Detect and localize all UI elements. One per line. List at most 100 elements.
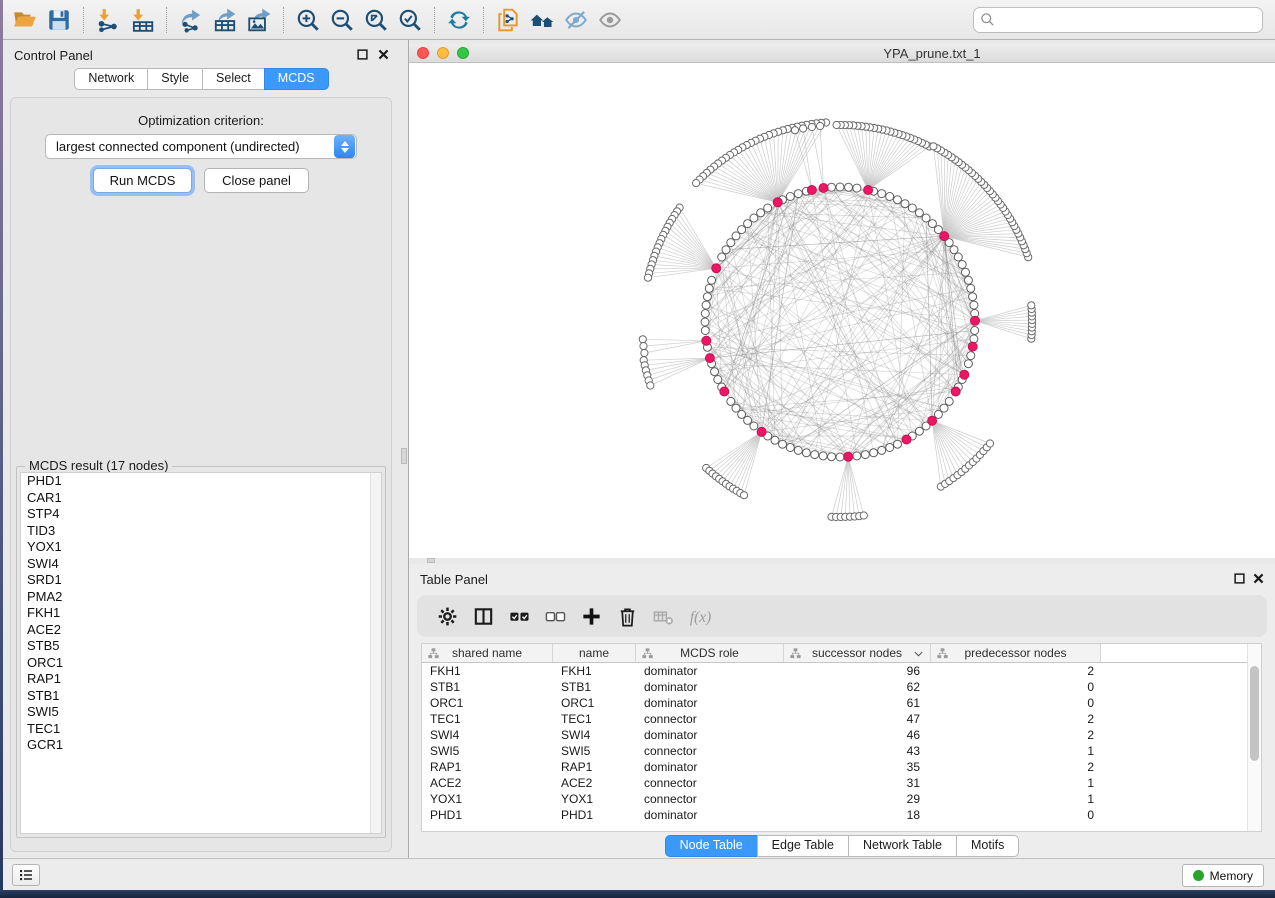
mcds-result-item[interactable]: SRD1 bbox=[21, 572, 381, 589]
duplicate-network-icon[interactable] bbox=[491, 5, 525, 35]
mcds-hub-node bbox=[971, 316, 980, 325]
close-panel-icon[interactable] bbox=[376, 47, 391, 62]
open-icon[interactable] bbox=[8, 5, 42, 35]
tab-select[interactable]: Select bbox=[202, 68, 265, 90]
window-minimize-button[interactable] bbox=[437, 47, 449, 59]
import-network-icon[interactable] bbox=[91, 5, 125, 35]
mcds-result-item[interactable]: TEC1 bbox=[21, 721, 381, 738]
table-row[interactable]: RAP1RAP1dominator352 bbox=[422, 759, 1261, 775]
tree-icon bbox=[427, 647, 440, 660]
mcds-result-item[interactable]: TID3 bbox=[21, 523, 381, 540]
cell-shared_name: ORC1 bbox=[422, 695, 553, 711]
mcds-list-scrollbar[interactable] bbox=[370, 473, 381, 833]
delete-column-icon[interactable] bbox=[609, 601, 645, 631]
split-view-icon[interactable] bbox=[465, 601, 501, 631]
select-all-icon[interactable] bbox=[501, 601, 537, 631]
table-row[interactable]: ACE2ACE2connector311 bbox=[422, 775, 1261, 791]
cell-mcds_role: connector bbox=[636, 711, 784, 727]
float-panel-icon[interactable] bbox=[1232, 571, 1247, 586]
mcds-result-item[interactable]: FKH1 bbox=[21, 605, 381, 622]
mcds-result-item[interactable]: STB5 bbox=[21, 638, 381, 655]
table-scrollbar-thumb[interactable] bbox=[1250, 666, 1259, 761]
mcds-result-item[interactable]: SWI4 bbox=[21, 556, 381, 573]
mcds-result-item[interactable]: SWI5 bbox=[21, 704, 381, 721]
mcds-result-item[interactable]: YOX1 bbox=[21, 539, 381, 556]
import-table-icon[interactable] bbox=[125, 5, 159, 35]
cell-name: ORC1 bbox=[553, 695, 636, 711]
close-panel-icon[interactable] bbox=[1251, 571, 1266, 586]
zoom-in-icon[interactable] bbox=[291, 5, 325, 35]
column-header-MCDS-role[interactable]: MCDS role bbox=[636, 644, 784, 662]
search-input[interactable] bbox=[973, 7, 1263, 33]
show-all-icon[interactable] bbox=[593, 5, 627, 35]
network-graph[interactable] bbox=[409, 63, 1275, 558]
toolbar-separator bbox=[166, 7, 167, 33]
mcds-panel-body: Optimization criterion: largest connecte… bbox=[10, 97, 392, 852]
cell-successor_nodes: 35 bbox=[784, 759, 931, 775]
export-image-icon[interactable] bbox=[242, 5, 276, 35]
column-header-predecessor-nodes[interactable]: predecessor nodes bbox=[931, 644, 1101, 662]
run-mcds-button[interactable]: Run MCDS bbox=[93, 168, 192, 193]
splitter-grip[interactable] bbox=[401, 448, 407, 464]
network-titlebar[interactable]: YPA_prune.txt_1 bbox=[409, 44, 1275, 63]
mcds-result-item[interactable]: RAP1 bbox=[21, 671, 381, 688]
zoom-selected-icon[interactable] bbox=[393, 5, 427, 35]
vertical-splitter[interactable] bbox=[400, 40, 409, 858]
window-close-button[interactable] bbox=[417, 47, 429, 59]
table-tab-motifs[interactable]: Motifs bbox=[956, 835, 1019, 857]
network-canvas[interactable] bbox=[409, 63, 1275, 558]
first-neighbors-icon[interactable] bbox=[525, 5, 559, 35]
table-row[interactable]: FKH1FKH1dominator962 bbox=[422, 663, 1261, 679]
table-row[interactable]: SWI5SWI5connector431 bbox=[422, 743, 1261, 759]
add-column-icon[interactable] bbox=[573, 601, 609, 631]
save-icon[interactable] bbox=[42, 5, 76, 35]
mcds-result-item[interactable]: STP4 bbox=[21, 506, 381, 523]
table-row[interactable]: PHD1PHD1dominator180 bbox=[422, 807, 1261, 823]
mcds-result-item[interactable]: CAR1 bbox=[21, 490, 381, 507]
cell-predecessor_nodes: 2 bbox=[931, 759, 1101, 775]
tab-network[interactable]: Network bbox=[74, 68, 148, 90]
refresh-icon[interactable] bbox=[442, 5, 476, 35]
mcds-hub-node bbox=[712, 264, 721, 273]
table-row[interactable]: YOX1YOX1connector291 bbox=[422, 791, 1261, 807]
column-header-shared-name[interactable]: shared name bbox=[422, 644, 553, 662]
mcds-result-item[interactable]: GCR1 bbox=[21, 737, 381, 754]
table-tab-node-table[interactable]: Node Table bbox=[665, 835, 758, 857]
column-header-successor-nodes[interactable]: successor nodes bbox=[784, 644, 931, 662]
hide-selected-icon[interactable] bbox=[559, 5, 593, 35]
cell-mcds_role: connector bbox=[636, 791, 784, 807]
horizontal-splitter-grip[interactable] bbox=[427, 558, 435, 563]
zoom-fit-icon[interactable] bbox=[359, 5, 393, 35]
cell-successor_nodes: 46 bbox=[784, 727, 931, 743]
window-zoom-button[interactable] bbox=[457, 47, 469, 59]
criterion-dropdown[interactable]: largest connected component (undirected) bbox=[45, 134, 357, 159]
deselect-all-icon[interactable] bbox=[537, 601, 573, 631]
task-history-button[interactable] bbox=[12, 864, 40, 886]
tab-mcds[interactable]: MCDS bbox=[264, 68, 329, 90]
table-row[interactable]: ORC1ORC1dominator610 bbox=[422, 695, 1261, 711]
close-panel-button[interactable]: Close panel bbox=[204, 168, 309, 193]
mcds-result-item[interactable]: ACE2 bbox=[21, 622, 381, 639]
settings-icon[interactable] bbox=[429, 601, 465, 631]
mcds-result-item[interactable]: PMA2 bbox=[21, 589, 381, 606]
export-network-icon[interactable] bbox=[174, 5, 208, 35]
table-tab-network-table[interactable]: Network Table bbox=[848, 835, 957, 857]
cell-name: PHD1 bbox=[553, 807, 636, 823]
table-row[interactable]: TEC1TEC1connector472 bbox=[422, 711, 1261, 727]
table-row[interactable]: STB1STB1dominator620 bbox=[422, 679, 1261, 695]
column-header-name[interactable]: name bbox=[553, 644, 636, 662]
mcds-result-item[interactable]: STB1 bbox=[21, 688, 381, 705]
tab-style[interactable]: Style bbox=[147, 68, 203, 90]
main-toolbar bbox=[3, 0, 1275, 40]
memory-button[interactable]: Memory bbox=[1182, 864, 1264, 887]
float-panel-icon[interactable] bbox=[355, 47, 370, 62]
toolbar-separator bbox=[283, 7, 284, 33]
table-scrollbar[interactable] bbox=[1247, 644, 1261, 831]
mcds-result-item[interactable]: ORC1 bbox=[21, 655, 381, 672]
export-table-icon[interactable] bbox=[208, 5, 242, 35]
table-tab-edge-table[interactable]: Edge Table bbox=[757, 835, 849, 857]
zoom-out-icon[interactable] bbox=[325, 5, 359, 35]
mcds-result-item[interactable]: PHD1 bbox=[21, 473, 381, 490]
table-row[interactable]: SWI4SWI4dominator462 bbox=[422, 727, 1261, 743]
optimization-criterion-label: Optimization criterion: bbox=[11, 113, 391, 128]
